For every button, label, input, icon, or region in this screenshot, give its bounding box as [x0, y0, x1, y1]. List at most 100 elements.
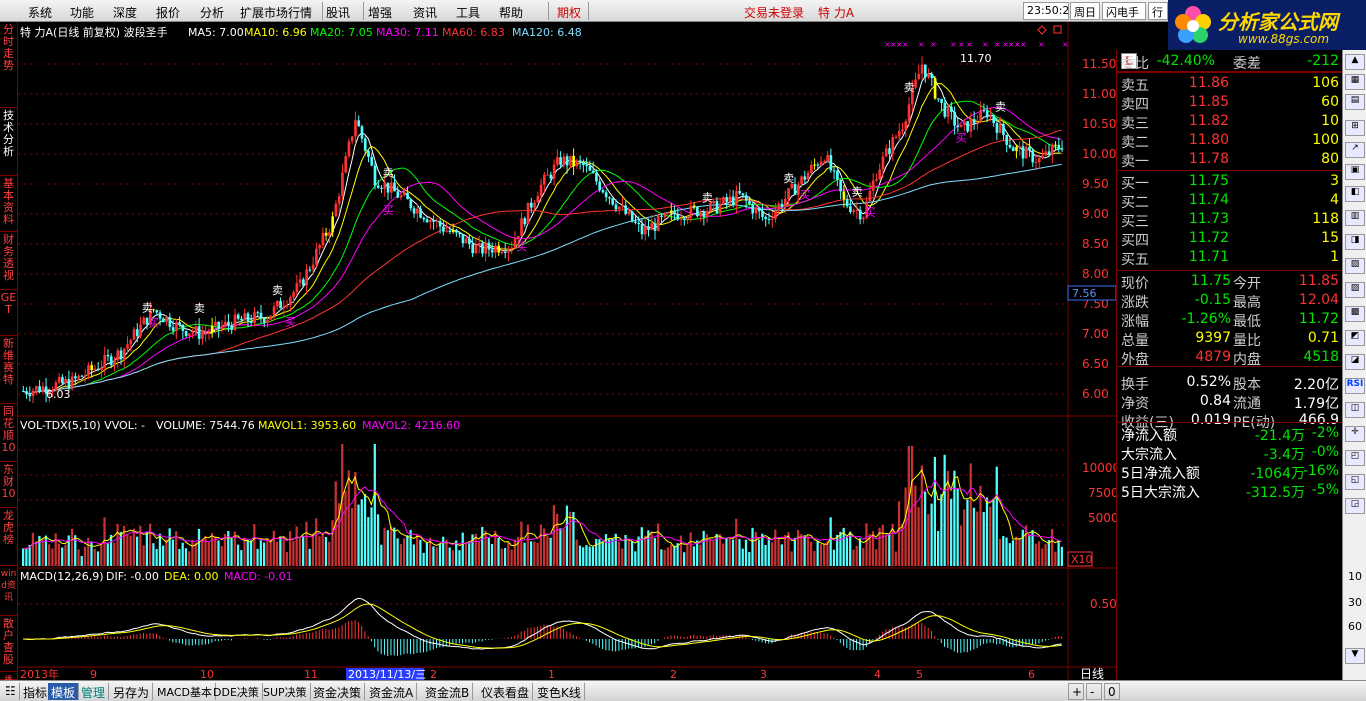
bid-row[interactable]: 买三 11.73 118 — [1117, 210, 1343, 230]
ask-row[interactable]: 卖三 11.82 10 — [1117, 112, 1343, 132]
zoom-out-button[interactable]: - — [1086, 683, 1102, 700]
tab-fund-flow-b[interactable]: 资金流B — [422, 683, 474, 700]
chart-area[interactable]: 卖买卖卖买买卖买卖卖买卖买卖买卖 × × × × × × × × × × × × × × × × × 特 力A(… — [18, 22, 1120, 681]
reset-button[interactable]: 0 — [1104, 683, 1120, 700]
side-tab-bo[interactable]: 播 — [0, 672, 17, 684]
menu-tools[interactable]: 工具 — [456, 4, 480, 21]
tool-icon-15[interactable]: ◱ — [1345, 474, 1365, 490]
tool-icon-12[interactable]: ◪ — [1345, 354, 1365, 370]
trade-button[interactable]: 行 — [1148, 2, 1168, 20]
volume-bar — [279, 536, 282, 566]
square-icon[interactable] — [1053, 25, 1062, 34]
side-tab-basic-info[interactable]: 基本资料 — [0, 176, 17, 232]
tool-icon-16[interactable]: ◲ — [1345, 498, 1365, 514]
candle-body — [933, 78, 937, 99]
time-label-1: 1 — [548, 668, 555, 680]
menu-depth[interactable]: 深度 — [113, 4, 137, 21]
tab-fund-decision[interactable]: 资金决策 — [310, 683, 366, 700]
bid-row[interactable]: 买五 11.71 1 — [1117, 248, 1343, 268]
tool-icon-2[interactable]: ▤ — [1345, 94, 1365, 110]
ask-row[interactable]: 卖五 11.86 106 — [1117, 74, 1343, 94]
menu-analysis[interactable]: 分析 — [200, 4, 224, 21]
tab-fund-flow-a[interactable]: 资金流A — [366, 683, 418, 700]
tool-icon-9[interactable]: ▨ — [1345, 282, 1365, 298]
volume-bar — [943, 454, 946, 566]
tool-icon-13[interactable]: ◫ — [1345, 402, 1365, 418]
period-label[interactable]: 日线 — [1080, 667, 1104, 681]
menu-function[interactable]: 功能 — [70, 4, 94, 21]
candle-body — [614, 204, 618, 210]
tab-dashboard[interactable]: 仪表看盘 — [478, 683, 534, 700]
vol-mavol1: MAVOL1: 3953.60 — [258, 419, 356, 432]
menu-info[interactable]: 资讯 — [413, 4, 437, 21]
tool-icon-11[interactable]: ◩ — [1345, 330, 1365, 346]
tool-icon-4[interactable]: ▣ — [1345, 164, 1365, 180]
kline-chart[interactable]: 卖买卖卖买买卖买卖卖买 卖买卖买卖 × × × × × × × × × × × × × × × × × 特 力A(… — [18, 22, 1120, 681]
bid-row[interactable]: 买二 11.74 4 — [1117, 191, 1343, 211]
menu-enhance[interactable]: 增强 — [368, 4, 392, 21]
chart-line-icon[interactable]: ↗ — [1345, 142, 1365, 158]
tool-icon-7[interactable]: ◨ — [1345, 234, 1365, 250]
tab-template[interactable]: 模板 — [48, 683, 80, 700]
candle-body — [1005, 135, 1009, 145]
flash-trade-button[interactable]: 闪电手 — [1102, 2, 1146, 20]
side-tab-technical[interactable]: 技术分析 — [0, 108, 17, 176]
menu-extended-market[interactable]: 扩展市场行情 — [240, 4, 312, 21]
bid-row[interactable]: 买四 11.72 15 — [1117, 229, 1343, 249]
side-tab-ths10[interactable]: 同花顺10 — [0, 404, 17, 462]
tool-icon-5[interactable]: ◧ — [1345, 186, 1365, 202]
ask-row[interactable]: 卖二 11.80 100 — [1117, 131, 1343, 151]
tab-indicator[interactable]: 指标 — [20, 683, 52, 700]
login-status[interactable]: 交易未登录 — [744, 4, 804, 21]
ask-row[interactable]: 卖四 11.85 60 — [1117, 93, 1343, 113]
menu-period[interactable]: 期权 — [557, 4, 581, 21]
down-arrow-icon[interactable]: ▼ — [1345, 648, 1365, 664]
zoom-in-button[interactable]: + — [1068, 683, 1084, 700]
tab-manage[interactable]: 管理 — [78, 683, 110, 700]
side-tab-xinwei[interactable]: 新维赛特 — [0, 336, 17, 404]
tool-icon-6[interactable]: ▥ — [1345, 210, 1365, 226]
tab-macd-basic[interactable]: MACD基本 — [154, 683, 216, 700]
volume-bar — [386, 530, 389, 566]
tool-icon-10[interactable]: ▩ — [1345, 306, 1365, 322]
side-tab-lhb[interactable]: 龙虎榜 — [0, 508, 17, 566]
tool-icon-3[interactable]: ⊞ — [1345, 120, 1365, 136]
side-tab-time-sharing[interactable]: 分时走势 — [0, 22, 17, 108]
tab-color-kline[interactable]: 变色K线 — [534, 683, 585, 700]
side-tab-finance[interactable]: 财务透视 — [0, 232, 17, 290]
volume-bar — [142, 545, 145, 566]
menu-stock-news[interactable]: 股讯 — [326, 4, 350, 21]
volume-bar — [236, 544, 240, 566]
period-10[interactable]: 10 — [1345, 570, 1365, 583]
period-30[interactable]: 30 — [1345, 596, 1365, 609]
side-tab-dc10[interactable]: 东财10 — [0, 462, 17, 508]
tab-dde[interactable]: DDE决策 — [210, 683, 263, 700]
rsi-button[interactable]: RSI — [1345, 378, 1365, 394]
tool-icon-1[interactable]: ▦ — [1345, 74, 1365, 90]
side-tab-wind[interactable]: wind资讯 — [0, 566, 17, 616]
menu-quote[interactable]: 报价 — [156, 4, 180, 21]
side-tab-retail[interactable]: 散户查股 — [0, 616, 17, 672]
menu-help[interactable]: 帮助 — [499, 4, 523, 21]
volume-bar — [171, 539, 175, 566]
volume-bar — [793, 537, 796, 566]
diamond-icon[interactable] — [1037, 25, 1047, 35]
menu-system[interactable]: 系统 — [28, 4, 52, 21]
tool-icon-8[interactable]: ▧ — [1345, 258, 1365, 274]
volume-bar — [966, 499, 969, 566]
up-arrow-icon[interactable]: ▲ — [1345, 54, 1365, 70]
tool-icon-14[interactable]: ◰ — [1345, 450, 1365, 466]
volume-bar — [31, 532, 35, 566]
stat-label: 总量 — [1121, 333, 1149, 349]
tab-sup[interactable]: SUP决策 — [260, 683, 311, 700]
period-60[interactable]: 60 — [1345, 620, 1365, 633]
volume-bar — [367, 517, 370, 566]
candle-body — [565, 156, 569, 166]
side-tab-get[interactable]: GET — [0, 290, 17, 336]
ask-row[interactable]: 卖一 11.78 80 — [1117, 150, 1343, 170]
tab-save-as[interactable]: 另存为 — [110, 683, 154, 700]
volume-bar — [295, 526, 298, 566]
cross-arrow-icon[interactable]: ✛ — [1345, 426, 1365, 442]
bid-row[interactable]: 买一 11.75 3 — [1117, 172, 1343, 192]
grid-toggle-icon[interactable]: ☷ — [2, 683, 20, 700]
